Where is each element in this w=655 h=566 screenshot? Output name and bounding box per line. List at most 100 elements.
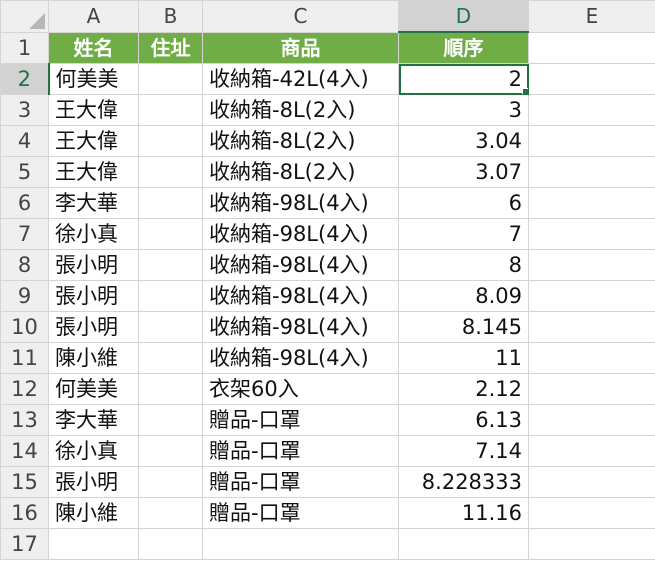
product-cell[interactable]: 收納箱-98L(4入) <box>202 280 399 312</box>
name-cell[interactable]: 李大華 <box>48 404 139 436</box>
cell-e[interactable] <box>528 218 655 250</box>
order-cell[interactable]: 11.16 <box>398 497 529 529</box>
name-cell[interactable]: 徐小真 <box>48 435 139 467</box>
row-header[interactable]: 4 <box>0 125 49 157</box>
order-cell[interactable]: 3 <box>398 94 529 126</box>
address-cell[interactable] <box>138 280 203 312</box>
order-cell[interactable]: 8 <box>398 249 529 281</box>
product-cell[interactable]: 贈品-口罩 <box>202 404 399 436</box>
order-cell[interactable]: 8.228333 <box>398 466 529 498</box>
order-cell[interactable]: 6 <box>398 187 529 219</box>
row-header[interactable]: 8 <box>0 249 49 281</box>
row-header[interactable]: 12 <box>0 373 49 405</box>
row-header[interactable]: 11 <box>0 342 49 374</box>
column-header-e[interactable]: E <box>528 0 655 33</box>
address-cell[interactable] <box>138 435 203 467</box>
address-cell[interactable] <box>138 373 203 405</box>
active-cell[interactable]: 2 <box>398 63 529 95</box>
name-cell[interactable]: 張小明 <box>48 249 139 281</box>
name-cell[interactable]: 陳小維 <box>48 342 139 374</box>
address-cell[interactable] <box>138 404 203 436</box>
header-cell-product[interactable]: 商品 <box>202 31 399 64</box>
cell-e[interactable] <box>528 342 655 374</box>
name-cell[interactable]: 張小明 <box>48 311 139 343</box>
product-cell[interactable]: 收納箱-98L(4入) <box>202 311 399 343</box>
product-cell[interactable]: 收納箱-98L(4入) <box>202 218 399 250</box>
product-cell[interactable]: 收納箱-98L(4入) <box>202 342 399 374</box>
address-cell[interactable] <box>138 528 203 560</box>
address-cell[interactable] <box>138 94 203 126</box>
address-cell[interactable] <box>138 218 203 250</box>
name-cell[interactable]: 何美美 <box>48 373 139 405</box>
address-cell[interactable] <box>138 156 203 188</box>
address-cell[interactable] <box>138 187 203 219</box>
fill-handle[interactable] <box>522 88 528 94</box>
cell-e[interactable] <box>528 435 655 467</box>
name-cell[interactable]: 王大偉 <box>48 94 139 126</box>
address-cell[interactable] <box>138 466 203 498</box>
order-cell[interactable]: 8.145 <box>398 311 529 343</box>
address-cell[interactable] <box>138 342 203 374</box>
row-header[interactable]: 15 <box>0 466 49 498</box>
cell-e[interactable] <box>528 311 655 343</box>
header-cell-order[interactable]: 順序 <box>398 31 529 64</box>
order-cell[interactable]: 6.13 <box>398 404 529 436</box>
name-cell[interactable]: 張小明 <box>48 466 139 498</box>
product-cell[interactable]: 衣架60入 <box>202 373 399 405</box>
row-header[interactable]: 5 <box>0 156 49 188</box>
select-all-corner[interactable] <box>0 0 49 33</box>
cell-e[interactable] <box>528 156 655 188</box>
product-cell[interactable]: 收納箱-8L(2入) <box>202 94 399 126</box>
row-header[interactable]: 17 <box>0 528 49 560</box>
name-cell[interactable]: 王大偉 <box>48 125 139 157</box>
product-cell[interactable]: 收納箱-8L(2入) <box>202 125 399 157</box>
name-cell[interactable]: 何美美 <box>48 63 139 95</box>
cell-e[interactable] <box>528 373 655 405</box>
cell-e[interactable] <box>528 63 655 95</box>
address-cell[interactable] <box>138 125 203 157</box>
row-header[interactable]: 13 <box>0 404 49 436</box>
order-cell[interactable]: 2.12 <box>398 373 529 405</box>
product-cell[interactable]: 收納箱-98L(4入) <box>202 249 399 281</box>
name-cell[interactable]: 張小明 <box>48 280 139 312</box>
row-header[interactable]: 2 <box>0 63 50 95</box>
row-header[interactable]: 7 <box>0 218 49 250</box>
cell-e[interactable] <box>528 187 655 219</box>
header-cell-name[interactable]: 姓名 <box>48 31 139 64</box>
column-header-d[interactable]: D <box>398 0 529 33</box>
address-cell[interactable] <box>138 63 203 95</box>
name-cell[interactable] <box>48 528 139 560</box>
cell-e[interactable] <box>528 280 655 312</box>
address-cell[interactable] <box>138 249 203 281</box>
header-cell-address[interactable]: 住址 <box>138 31 203 64</box>
row-header[interactable]: 14 <box>0 435 49 467</box>
product-cell[interactable]: 收納箱-42L(4入) <box>202 63 399 95</box>
cell-e[interactable] <box>528 125 655 157</box>
row-header[interactable]: 3 <box>0 94 49 126</box>
product-cell[interactable]: 收納箱-98L(4入) <box>202 187 399 219</box>
cell-e[interactable] <box>528 94 655 126</box>
cell-e[interactable] <box>528 249 655 281</box>
order-cell[interactable]: 3.04 <box>398 125 529 157</box>
column-header-a[interactable]: A <box>48 0 139 33</box>
product-cell[interactable]: 贈品-口罩 <box>202 497 399 529</box>
order-cell[interactable]: 7 <box>398 218 529 250</box>
name-cell[interactable]: 李大華 <box>48 187 139 219</box>
product-cell[interactable]: 贈品-口罩 <box>202 466 399 498</box>
row-header[interactable]: 1 <box>0 31 49 64</box>
name-cell[interactable]: 徐小真 <box>48 218 139 250</box>
cell-e1[interactable] <box>528 31 655 64</box>
order-cell[interactable]: 8.09 <box>398 280 529 312</box>
column-header-c[interactable]: C <box>202 0 399 33</box>
order-cell[interactable]: 3.07 <box>398 156 529 188</box>
order-cell[interactable] <box>398 528 529 560</box>
row-header[interactable]: 6 <box>0 187 49 219</box>
order-cell[interactable]: 11 <box>398 342 529 374</box>
row-header[interactable]: 16 <box>0 497 49 529</box>
cell-e[interactable] <box>528 528 655 560</box>
address-cell[interactable] <box>138 311 203 343</box>
cell-e[interactable] <box>528 466 655 498</box>
column-header-b[interactable]: B <box>138 0 203 33</box>
product-cell[interactable]: 贈品-口罩 <box>202 435 399 467</box>
product-cell[interactable] <box>202 528 399 560</box>
